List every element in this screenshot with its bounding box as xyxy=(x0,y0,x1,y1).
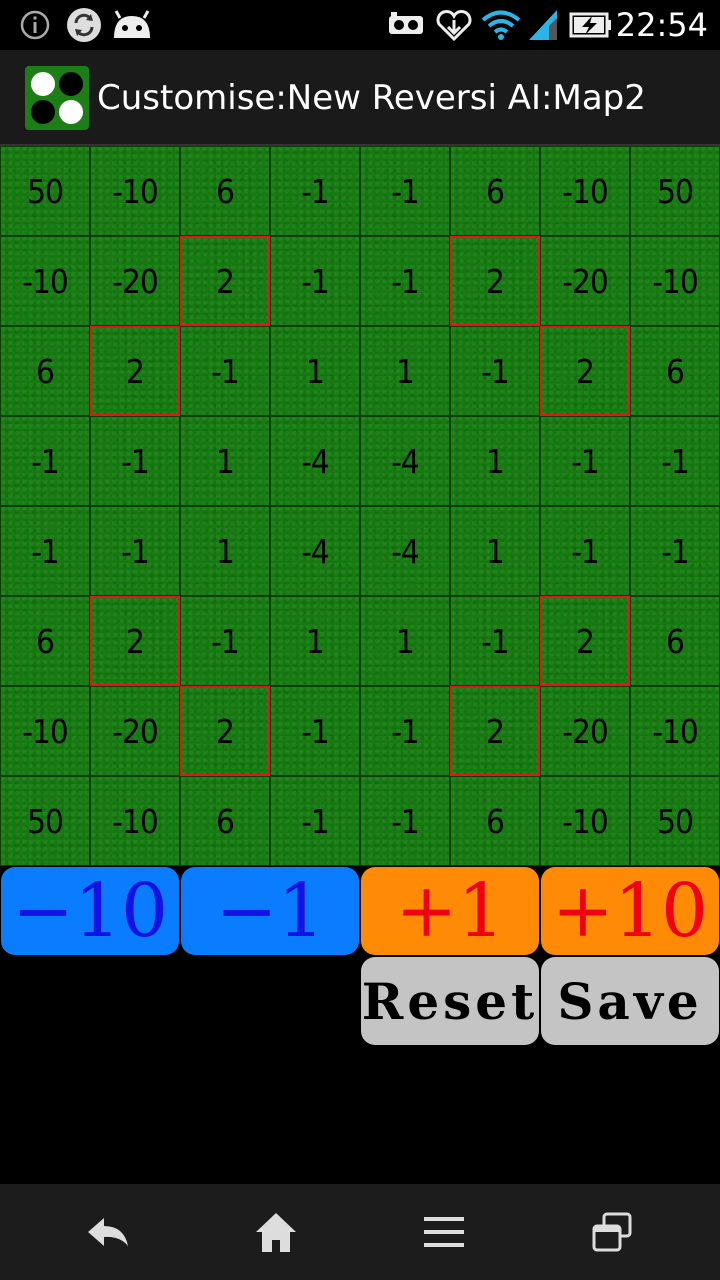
board-cell-r1c1[interactable]: 50 xyxy=(0,146,90,236)
board-cell-r2c2[interactable]: -20 xyxy=(90,236,180,326)
vr-headset-icon xyxy=(386,8,426,42)
android-icon xyxy=(108,8,156,42)
board-cell-r6c2[interactable]: 2 xyxy=(90,596,180,686)
board-cell-r5c7[interactable]: -1 xyxy=(540,506,630,596)
board-cell-r8c8[interactable]: 50 xyxy=(630,776,720,866)
board-cell-r8c7[interactable]: -10 xyxy=(540,776,630,866)
board-cell-r8c2[interactable]: -10 xyxy=(90,776,180,866)
board-cell-r5c3[interactable]: 1 xyxy=(180,506,270,596)
reset-button[interactable]: Reset xyxy=(361,957,539,1045)
heart-download-icon xyxy=(434,8,474,42)
board-cell-r6c8[interactable]: 6 xyxy=(630,596,720,686)
board-cell-r3c1[interactable]: 6 xyxy=(0,326,90,416)
board-cell-r2c4[interactable]: -1 xyxy=(270,236,360,326)
minus-1-button[interactable]: −1 xyxy=(181,867,359,955)
board-cell-r1c5[interactable]: -1 xyxy=(360,146,450,236)
board-cell-r4c4[interactable]: -4 xyxy=(270,416,360,506)
status-bar: 22:54 xyxy=(0,0,720,50)
board-cell-r1c6[interactable]: 6 xyxy=(450,146,540,236)
board-cell-r1c8[interactable]: 50 xyxy=(630,146,720,236)
board-cell-r2c7[interactable]: -20 xyxy=(540,236,630,326)
board-cell-r3c6[interactable]: -1 xyxy=(450,326,540,416)
board-cell-r4c3[interactable]: 1 xyxy=(180,416,270,506)
title-bar: Customise:New Reversi AI:Map2 xyxy=(0,50,720,146)
page-title: Customise:New Reversi AI:Map2 xyxy=(97,78,646,118)
board-cell-r8c6[interactable]: 6 xyxy=(450,776,540,866)
menu-icon[interactable] xyxy=(414,1204,474,1260)
save-button[interactable]: Save xyxy=(541,957,719,1045)
board-cell-r5c4[interactable]: -4 xyxy=(270,506,360,596)
recent-apps-icon[interactable] xyxy=(582,1204,642,1260)
board-cell-r1c7[interactable]: -10 xyxy=(540,146,630,236)
board-cell-r4c1[interactable]: -1 xyxy=(0,416,90,506)
board-cell-r8c3[interactable]: 6 xyxy=(180,776,270,866)
board-cell-r7c5[interactable]: -1 xyxy=(360,686,450,776)
board-cell-r7c2[interactable]: -20 xyxy=(90,686,180,776)
board-cell-r1c2[interactable]: -10 xyxy=(90,146,180,236)
board-cell-r2c3[interactable]: 2 xyxy=(180,236,270,326)
clock: 22:54 xyxy=(615,6,708,44)
battery-charging-icon xyxy=(568,8,614,42)
board-cell-r7c6[interactable]: 2 xyxy=(450,686,540,776)
board-cell-r4c8[interactable]: -1 xyxy=(630,416,720,506)
board-cell-r7c7[interactable]: -20 xyxy=(540,686,630,776)
signal-icon xyxy=(526,8,560,42)
board-cell-r6c7[interactable]: 2 xyxy=(540,596,630,686)
board-cell-r2c8[interactable]: -10 xyxy=(630,236,720,326)
board-cell-r5c8[interactable]: -1 xyxy=(630,506,720,596)
board-cell-r3c7[interactable]: 2 xyxy=(540,326,630,416)
sync-icon xyxy=(64,8,104,42)
info-icon xyxy=(18,8,52,42)
board-cell-r3c8[interactable]: 6 xyxy=(630,326,720,416)
navigation-bar xyxy=(0,1184,720,1280)
board-cell-r5c2[interactable]: -1 xyxy=(90,506,180,596)
board-cell-r7c1[interactable]: -10 xyxy=(0,686,90,776)
board-cell-r6c6[interactable]: -1 xyxy=(450,596,540,686)
board-cell-r4c5[interactable]: -4 xyxy=(360,416,450,506)
wifi-icon xyxy=(480,8,522,42)
board-cell-r3c3[interactable]: -1 xyxy=(180,326,270,416)
board-cell-r7c3[interactable]: 2 xyxy=(180,686,270,776)
board-cell-r5c6[interactable]: 1 xyxy=(450,506,540,596)
board-cell-r4c2[interactable]: -1 xyxy=(90,416,180,506)
board-cell-r8c5[interactable]: -1 xyxy=(360,776,450,866)
board-cell-r2c5[interactable]: -1 xyxy=(360,236,450,326)
board-cell-r3c5[interactable]: 1 xyxy=(360,326,450,416)
board-cell-r3c2[interactable]: 2 xyxy=(90,326,180,416)
board-cell-r6c1[interactable]: 6 xyxy=(0,596,90,686)
board-cell-r3c4[interactable]: 1 xyxy=(270,326,360,416)
board-cell-r2c1[interactable]: -10 xyxy=(0,236,90,326)
home-icon[interactable] xyxy=(246,1204,306,1260)
board-cell-r1c3[interactable]: 6 xyxy=(180,146,270,236)
board-cell-r5c5[interactable]: -4 xyxy=(360,506,450,596)
board-cell-r8c4[interactable]: -1 xyxy=(270,776,360,866)
board-cell-r6c3[interactable]: -1 xyxy=(180,596,270,686)
back-icon[interactable] xyxy=(78,1204,138,1260)
minus-10-button[interactable]: −10 xyxy=(1,867,179,955)
board-cell-r2c6[interactable]: 2 xyxy=(450,236,540,326)
weight-board: 50 -10 6 -1 -1 6 -10 50 -10 -20 2 -1 -1 2 -20 -10 6 2 -1 1 1… xyxy=(0,146,720,866)
reversi-discs-icon xyxy=(25,66,89,130)
board-cell-r7c8[interactable]: -10 xyxy=(630,686,720,776)
board-cell-r6c5[interactable]: 1 xyxy=(360,596,450,686)
board-cell-r8c1[interactable]: 50 xyxy=(0,776,90,866)
board-cell-r6c4[interactable]: 1 xyxy=(270,596,360,686)
board-cell-r7c4[interactable]: -1 xyxy=(270,686,360,776)
board-cell-r5c1[interactable]: -1 xyxy=(0,506,90,596)
board-cell-r4c7[interactable]: -1 xyxy=(540,416,630,506)
board-cell-r4c6[interactable]: 1 xyxy=(450,416,540,506)
plus-10-button[interactable]: +10 xyxy=(541,867,719,955)
plus-1-button[interactable]: +1 xyxy=(361,867,539,955)
board-cell-r1c4[interactable]: -1 xyxy=(270,146,360,236)
